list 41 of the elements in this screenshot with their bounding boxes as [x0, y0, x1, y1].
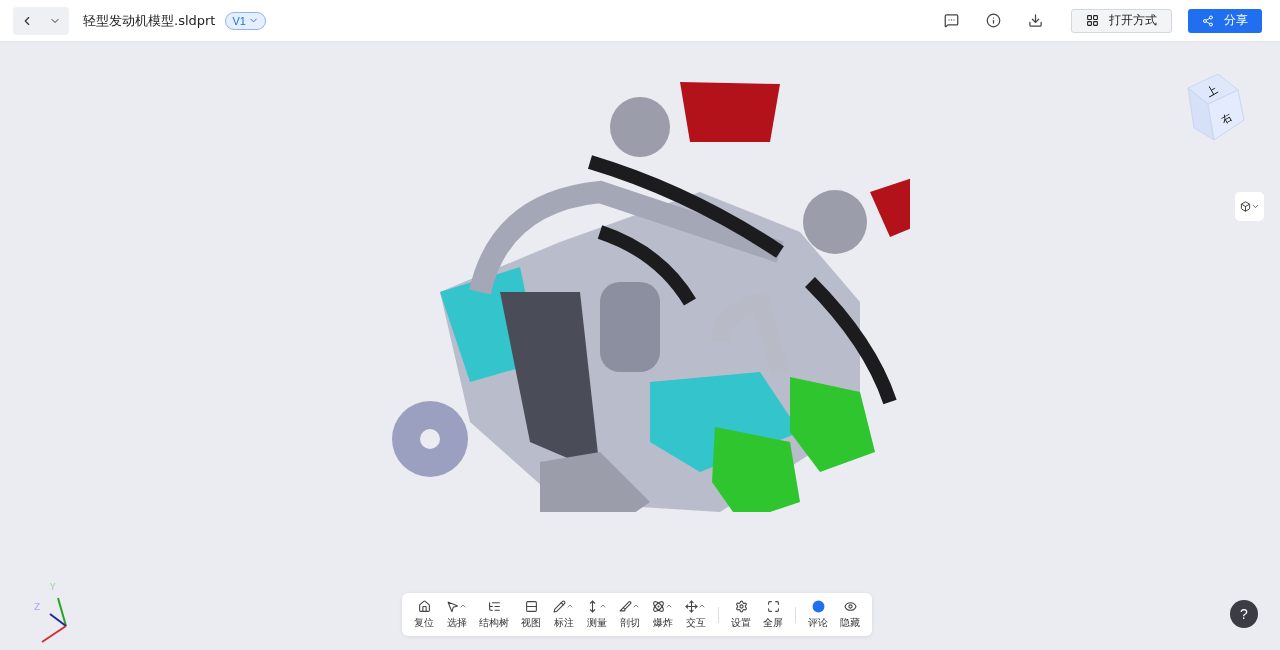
axis-y-label: Y	[50, 582, 56, 592]
cube-right-label: 右	[1219, 111, 1234, 126]
view-cube[interactable]: 上 右	[1176, 74, 1246, 154]
settings-icon	[734, 599, 748, 613]
version-selector[interactable]: V1	[225, 11, 266, 30]
toolbar-button[interactable]: 评论	[804, 597, 832, 632]
toolbar-button[interactable]: 复位	[410, 597, 438, 632]
toolbar-button[interactable]: 选择	[442, 597, 471, 632]
toolbar-button[interactable]: 隐藏	[836, 597, 864, 632]
dot-icon	[811, 599, 825, 613]
file-name: 轻型发动机模型.sldprt	[83, 11, 216, 30]
cube-icon	[1239, 201, 1251, 212]
view-mode-button[interactable]	[1235, 192, 1264, 221]
fullscreen-icon	[766, 599, 780, 613]
toolbar-button[interactable]: 标注	[549, 597, 578, 632]
toolbar-button[interactable]: 设置	[727, 597, 755, 632]
cube-top-label: 上	[1204, 83, 1221, 100]
axes-drawing	[41, 597, 67, 643]
share-icon	[1202, 14, 1214, 27]
share-button[interactable]: 分享	[1188, 8, 1262, 33]
rows-icon	[524, 599, 538, 613]
pencil-icon	[553, 599, 566, 613]
axis-z-label: Z	[34, 602, 41, 612]
pointer-icon	[446, 599, 459, 613]
tree-icon	[487, 599, 501, 613]
slice-icon	[619, 599, 632, 613]
grid-icon	[1086, 14, 1099, 27]
toolbar-button[interactable]: 爆炸	[648, 597, 677, 632]
help-button[interactable]: ?	[1230, 600, 1258, 628]
home-icon	[417, 599, 431, 613]
open-with-button[interactable]: 打开方式	[1071, 8, 1172, 33]
toolbar-button[interactable]: 全屏	[759, 597, 787, 632]
toolbar-button[interactable]: 视图	[517, 597, 545, 632]
atom-icon	[652, 599, 665, 613]
toolbar-button[interactable]: 交互	[681, 597, 710, 632]
chevron-icon	[1250, 202, 1260, 211]
move-arrows-icon	[685, 599, 698, 613]
eye-icon	[843, 599, 857, 613]
toolbar-button[interactable]: 剖切	[615, 597, 644, 632]
toolbar-button[interactable]: 测量	[582, 597, 611, 632]
toolbar-button[interactable]: 结构树	[475, 597, 513, 632]
